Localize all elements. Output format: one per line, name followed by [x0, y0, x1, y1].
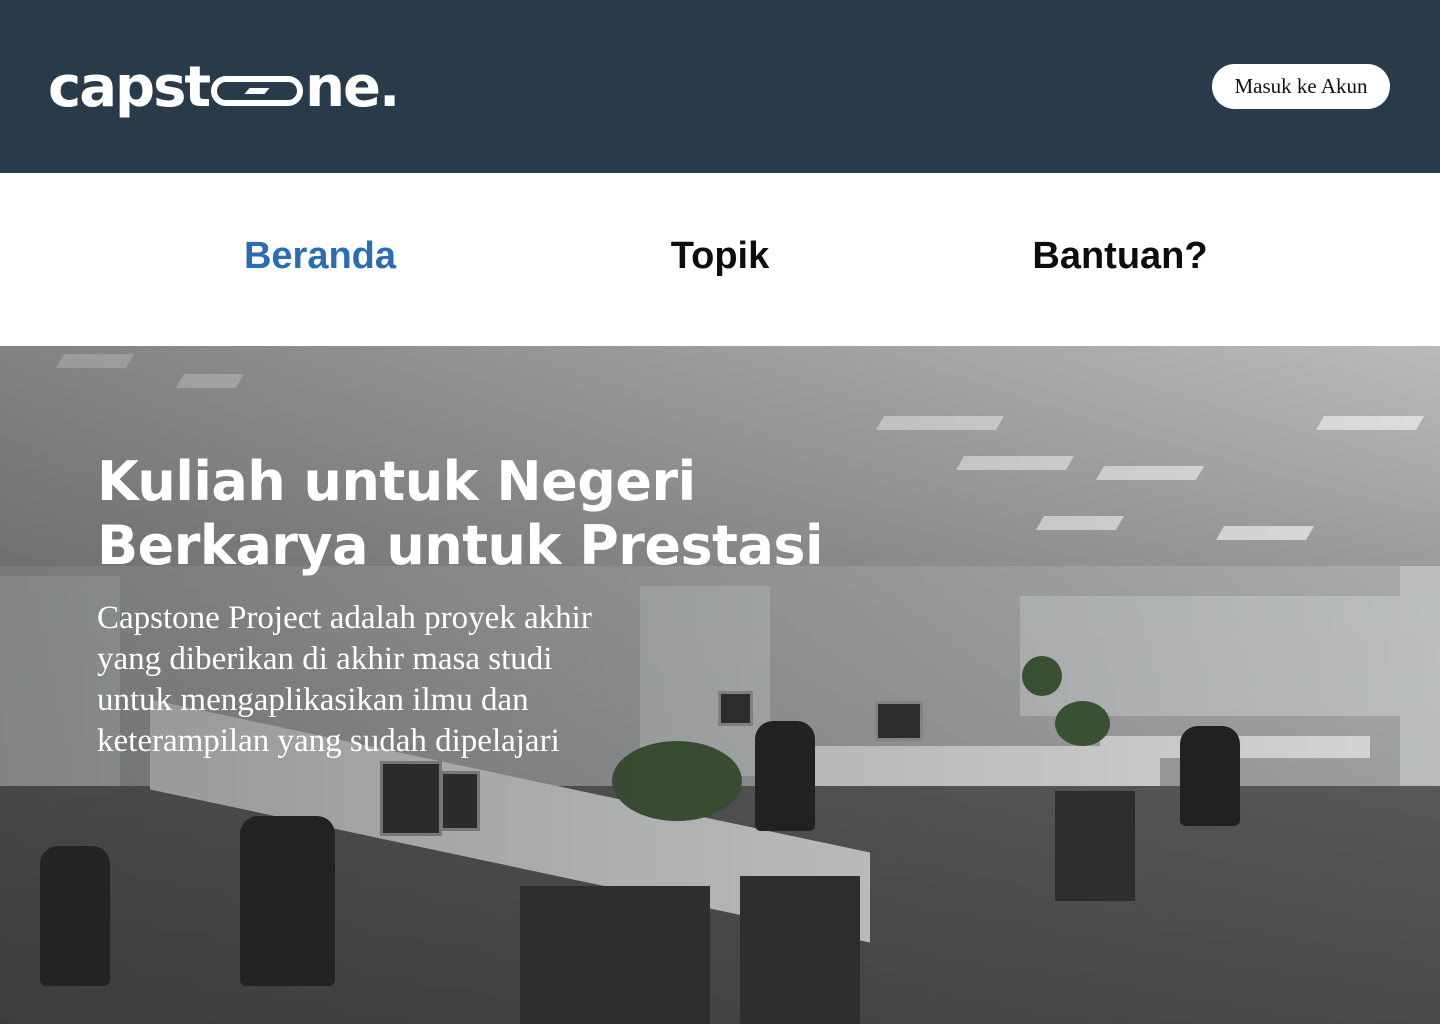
logo-pill-icon [211, 76, 304, 106]
login-button[interactable]: Masuk ke Akun [1212, 64, 1390, 109]
top-header: capst ne. Masuk ke Akun [0, 0, 1440, 173]
hero-title: Kuliah untuk Negeri Berkarya untuk Prest… [97, 450, 997, 578]
hero-description: Capstone Project adalah proyek akhir yan… [97, 600, 592, 759]
hero-title-line-2: Berkarya untuk Prestasi [97, 514, 824, 577]
hero-section: Kuliah untuk Negeri Berkarya untuk Prest… [0, 346, 1440, 1024]
nav-item-beranda[interactable]: Beranda [170, 235, 470, 278]
nav-item-bantuan[interactable]: Bantuan? [970, 235, 1270, 278]
capstone-logo[interactable]: capst ne. [48, 55, 400, 120]
logo-text-left: capst [48, 55, 211, 120]
main-navigation: Beranda Topik Bantuan? [0, 173, 1440, 346]
nav-item-topik[interactable]: Topik [570, 235, 870, 278]
hero-title-line-1: Kuliah untuk Negeri [97, 450, 696, 513]
logo-text-right: ne. [305, 55, 400, 120]
